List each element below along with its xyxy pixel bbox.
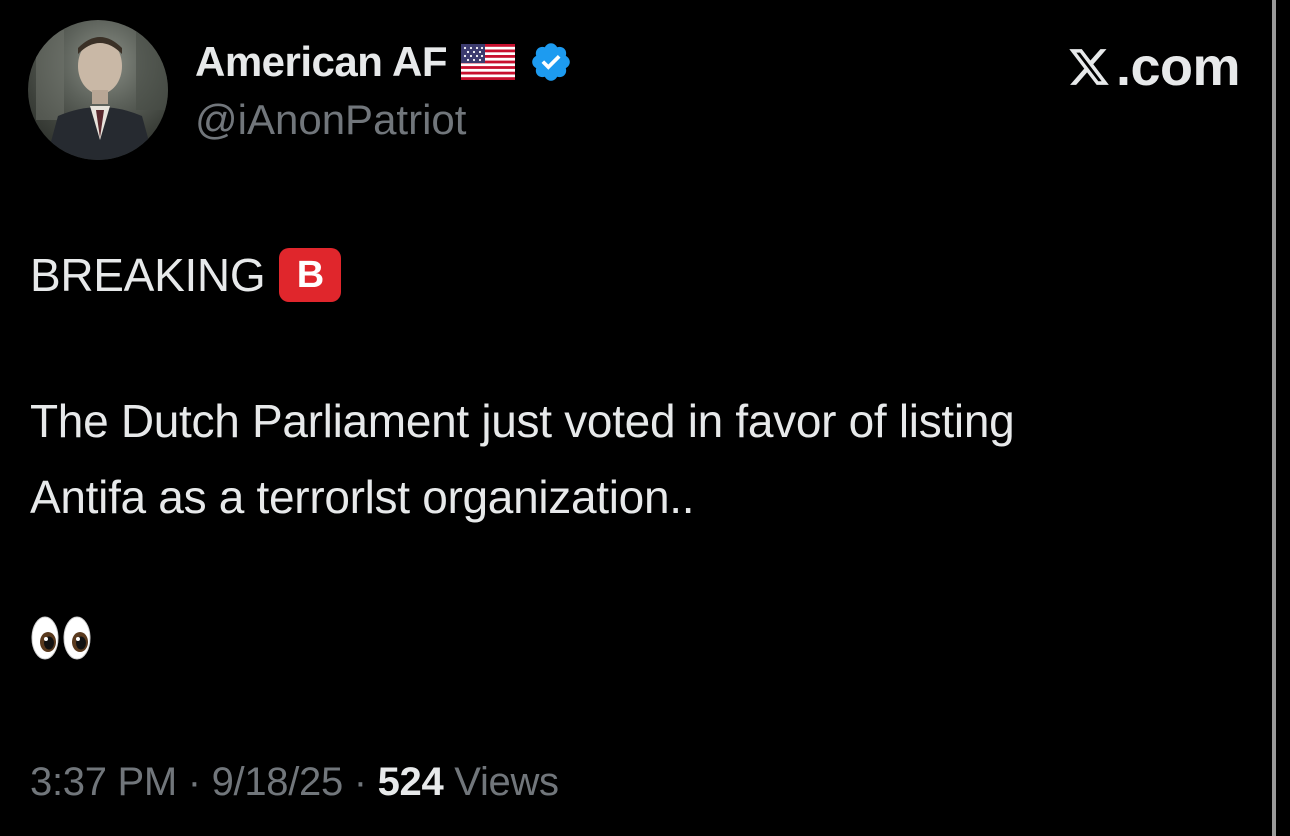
tweet-date[interactable]: 9/18/25 (212, 760, 344, 804)
left-eye-icon (31, 616, 59, 660)
verified-badge-icon[interactable] (529, 40, 573, 84)
author-name-row: American AF (195, 36, 573, 88)
tweet-time[interactable]: 3:37 PM (30, 760, 177, 804)
b-button-emoji-icon: B (279, 248, 342, 302)
meta-separator: · (187, 760, 201, 804)
display-name[interactable]: American AF (195, 38, 448, 86)
screen-edge-divider (1272, 0, 1276, 836)
breaking-text: BREAKING (30, 249, 266, 301)
avatar-image (36, 20, 168, 160)
meta-separator: · (353, 760, 367, 804)
x-logo-icon (1069, 49, 1109, 85)
us-flag-icon (461, 44, 516, 80)
avatar[interactable] (28, 20, 168, 160)
brand-text: .com (1115, 37, 1241, 97)
brand-logo: .com (1066, 37, 1241, 97)
views-count: 524 (377, 760, 444, 804)
tweet-body-line-2: Antifa as a terrorlst organization.. (30, 471, 695, 523)
views-label: Views (454, 760, 559, 804)
eyes-emoji-icon (30, 614, 92, 662)
right-eye-icon (63, 616, 91, 660)
tweet-metadata: 3:37 PM · 9/18/25 · 524 Views (30, 760, 559, 805)
author-handle[interactable]: @iAnonPatriot (195, 96, 466, 144)
breaking-line: BREAKING B (30, 248, 342, 302)
tweet-body-line-1: The Dutch Parliament just voted in favor… (30, 395, 1015, 447)
